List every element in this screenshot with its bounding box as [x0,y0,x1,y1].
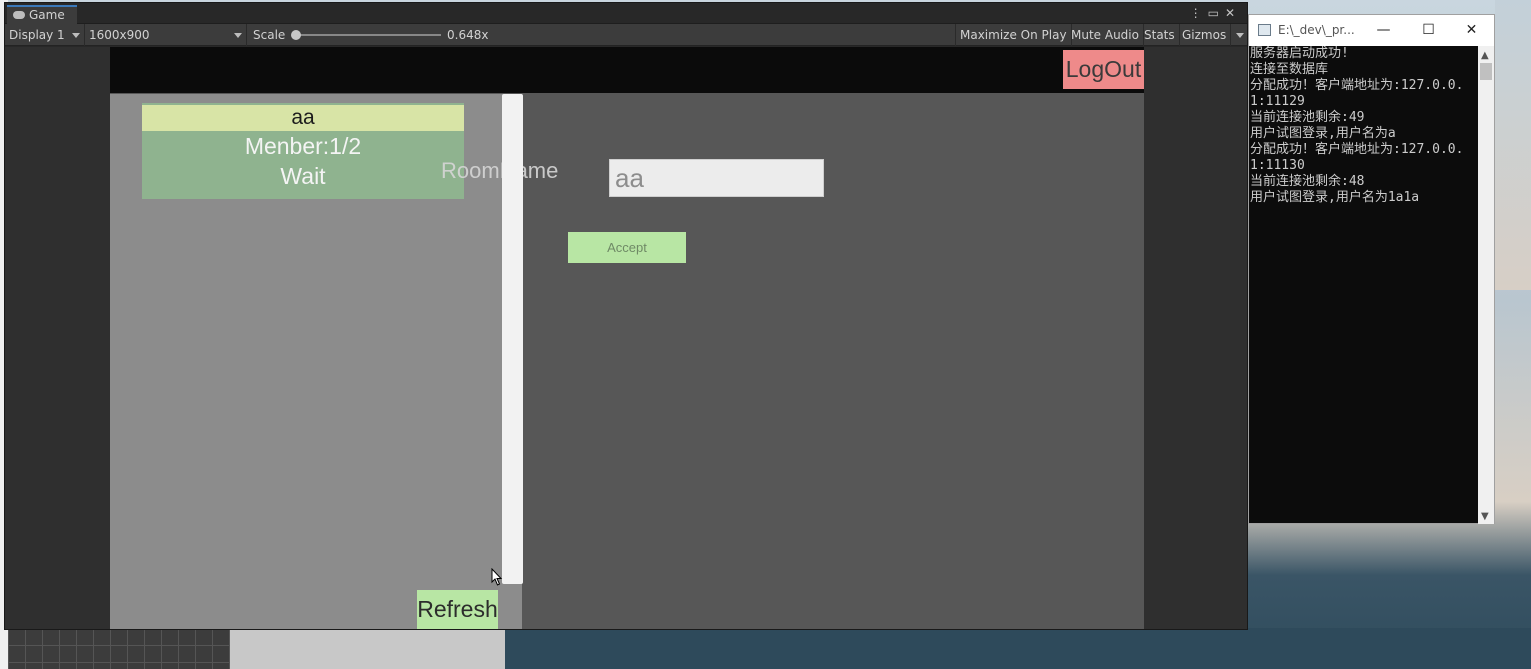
room-list-scrollbar[interactable] [502,94,523,584]
gizmos-dropdown[interactable] [1231,24,1247,46]
console-line: 分配成功！客户端地址为:127.0.0.1:11130 [1250,142,1464,173]
maximize-icon[interactable]: ☐ [1406,15,1451,46]
chevron-down-icon [234,33,242,38]
scale-slider-handle[interactable] [291,30,301,40]
display-dropdown[interactable]: Display 1 [5,24,85,46]
server-console-window: E:\_dev\_pr... — ☐ ✕ 服务器启动成功! 连接至数据库 分配成… [1248,14,1495,524]
close-icon[interactable]: ✕ [1449,15,1494,46]
console-app-icon [1258,24,1271,36]
resolution-label: 1600x900 [89,28,150,42]
tab-game-label: Game [29,8,65,22]
tab-bar: Game ⋮▭✕ [5,3,1247,25]
console-line: 分配成功！客户端地址为:127.0.0.1:11129 [1250,78,1464,109]
console-line: 用户试图登录,用户名为a [1250,126,1396,141]
chevron-down-icon [1236,33,1244,38]
desktop-wallpaper [1495,0,1531,290]
console-line: 连接至数据库 [1250,62,1329,77]
console-title-bar[interactable]: E:\_dev\_pr... — ☐ ✕ [1249,15,1494,46]
window-tools: ⋮▭✕ [1190,6,1241,20]
scale-label: Scale [253,28,286,42]
console-line: 用户试图登录,用户名为1a1a [1250,190,1420,205]
room-name-label: RoomName [441,158,559,183]
refresh-button[interactable]: Refresh [417,590,498,629]
room-member-count: Menber:1/2 [244,133,362,159]
room-name: aa [142,105,464,131]
room-list-item[interactable]: aa Menber:1/2 Wait [142,103,464,199]
console-scrollbar[interactable]: ▲ ▼ [1478,46,1494,524]
maximize-icon[interactable]: ▭ [1208,6,1225,20]
scale-slider-track[interactable] [295,34,441,36]
scroll-down-icon[interactable]: ▼ [1481,511,1489,522]
unity-game-window: Game ⋮▭✕ Display 1 1600x900 Scale 0.648x… [4,2,1248,630]
scene-grid-preview [8,628,230,669]
console-line: 当前连接池剩余:49 [1250,110,1365,125]
scrollbar-thumb[interactable] [1480,63,1492,80]
minimize-icon[interactable]: — [1361,15,1406,46]
room-name-input[interactable]: aa [609,159,824,197]
console-title: E:\_dev\_pr... [1278,23,1355,37]
more-options-icon[interactable]: ⋮ [1190,6,1208,20]
room-status: Wait [280,163,326,189]
scale-value: 0.648x [447,28,489,42]
top-bar [110,47,1144,93]
stats-toggle[interactable]: Stats [1140,24,1180,46]
background-panel [230,628,505,669]
tab-game[interactable]: Game [7,5,77,25]
display-label: Display 1 [9,28,65,42]
mouse-cursor-icon [491,568,503,586]
game-view: LogOut aa Menber:1/2 Wait RoomName Refre… [5,47,1247,629]
gamepad-icon [13,11,25,19]
accept-button[interactable]: Accept [568,232,686,263]
mute-audio-toggle[interactable]: Mute Audio [1067,24,1144,46]
console-output: 服务器启动成功! 连接至数据库 分配成功！客户端地址为:127.0.0.1:11… [1249,46,1479,524]
console-line: 当前连接池剩余:48 [1250,174,1365,189]
logout-button[interactable]: LogOut [1063,50,1144,89]
game-canvas: LogOut aa Menber:1/2 Wait RoomName Refre… [110,47,1144,629]
maximize-on-play-toggle[interactable]: Maximize On Play [955,24,1072,46]
chevron-down-icon [72,33,80,38]
console-line: 服务器启动成功! [1250,46,1349,61]
game-toolbar: Display 1 1600x900 Scale 0.648x Maximize… [5,24,1247,46]
resolution-dropdown[interactable]: 1600x900 [85,24,247,46]
desktop-wallpaper-sea [505,628,1531,669]
scroll-up-icon[interactable]: ▲ [1481,50,1489,61]
close-icon[interactable]: ✕ [1225,6,1241,20]
gizmos-toggle[interactable]: Gizmos [1178,24,1232,46]
